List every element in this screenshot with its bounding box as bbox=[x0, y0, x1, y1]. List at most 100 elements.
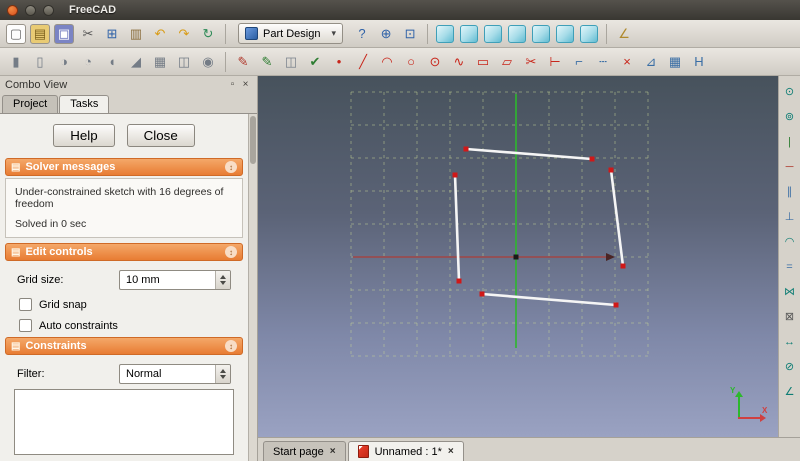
constrain-lock-icon[interactable]: ⊠ bbox=[782, 309, 798, 325]
grid-snap-row[interactable]: Grid snap bbox=[19, 298, 229, 311]
constraints-list[interactable] bbox=[14, 389, 234, 455]
help-button[interactable]: Help bbox=[53, 124, 115, 147]
constrain-point-on-object-icon[interactable]: ⊚ bbox=[782, 109, 798, 125]
panel-scrollbar[interactable] bbox=[248, 114, 257, 461]
external-geometry-icon[interactable]: ⌐ bbox=[569, 52, 589, 72]
linear-pattern-icon[interactable]: ▦ bbox=[150, 52, 170, 72]
sketch-vertex[interactable] bbox=[463, 146, 469, 152]
create-rectangle-icon[interactable]: ▭ bbox=[473, 52, 493, 72]
dimension-icon[interactable]: H bbox=[689, 52, 709, 72]
extend-edge-icon[interactable]: ⊢ bbox=[545, 52, 565, 72]
undo-icon[interactable]: ↶ bbox=[150, 24, 170, 44]
sketch-vertex[interactable] bbox=[589, 156, 595, 162]
sketch-canvas[interactable] bbox=[258, 76, 778, 437]
zoom-box-icon[interactable]: ⊡ bbox=[400, 24, 420, 44]
close-icon[interactable]: × bbox=[448, 446, 454, 457]
grid-size-select[interactable]: 10 mm bbox=[119, 270, 231, 290]
sketch-grid-icon[interactable]: ▦ bbox=[665, 52, 685, 72]
collapse-icon[interactable]: ↕ bbox=[225, 246, 237, 258]
window-maximize-button[interactable] bbox=[43, 4, 54, 16]
scrollbar-thumb[interactable] bbox=[250, 116, 256, 164]
measure-distance-icon[interactable]: ∠ bbox=[614, 24, 634, 44]
delete-sketch-geometry-icon[interactable]: × bbox=[617, 52, 637, 72]
tab-tasks[interactable]: Tasks bbox=[59, 95, 110, 113]
spinner-icon[interactable] bbox=[215, 365, 230, 383]
trim-edge-icon[interactable]: ✂ bbox=[521, 52, 541, 72]
constraints-header[interactable]: ▤ Constraints ↕ bbox=[5, 337, 243, 355]
create-circle-icon[interactable]: ○ bbox=[401, 52, 421, 72]
grid-snap-checkbox[interactable] bbox=[19, 298, 32, 311]
tab-unnamed-document[interactable]: Unnamed : 1* × bbox=[347, 441, 464, 461]
create-conic-icon[interactable]: ⊙ bbox=[425, 52, 445, 72]
view-left-icon[interactable] bbox=[580, 24, 599, 43]
whatsthis-icon[interactable]: ? bbox=[352, 24, 372, 44]
sketch-vertex[interactable] bbox=[608, 167, 614, 173]
tab-project[interactable]: Project bbox=[2, 95, 59, 113]
edit-controls-header[interactable]: ▤ Edit controls ↕ bbox=[5, 243, 243, 261]
create-polyline-icon[interactable]: ∿ bbox=[449, 52, 469, 72]
view-right-icon[interactable] bbox=[508, 24, 527, 43]
view-bottom-icon[interactable] bbox=[556, 24, 575, 43]
sketch-vertex[interactable] bbox=[456, 278, 462, 284]
fillet-icon[interactable]: ◖ bbox=[102, 52, 122, 72]
sketch-vertex[interactable] bbox=[452, 172, 458, 178]
paste-icon[interactable]: ▥ bbox=[126, 24, 146, 44]
tab-start-page[interactable]: Start page × bbox=[263, 441, 346, 461]
float-panel-icon[interactable]: ▫ bbox=[226, 79, 239, 90]
auto-constraints-row[interactable]: Auto constraints bbox=[19, 319, 229, 332]
create-slot-icon[interactable]: ▱ bbox=[497, 52, 517, 72]
sketch-vertex[interactable] bbox=[479, 291, 485, 297]
collapse-icon[interactable]: ↕ bbox=[225, 340, 237, 352]
zoom-fit-icon[interactable]: ⊕ bbox=[376, 24, 396, 44]
constrain-radius-icon[interactable]: ⊘ bbox=[782, 359, 798, 375]
view-front-icon[interactable] bbox=[460, 24, 479, 43]
mirrored-icon[interactable]: ◫ bbox=[174, 52, 194, 72]
edit-sketch-icon[interactable]: ✎ bbox=[257, 52, 277, 72]
spinner-icon[interactable] bbox=[215, 271, 230, 289]
close-button[interactable]: Close bbox=[126, 124, 195, 147]
constrain-coincident-icon[interactable]: ⊙ bbox=[782, 84, 798, 100]
window-close-button[interactable] bbox=[7, 4, 18, 16]
constrain-distance-icon[interactable]: ↔ bbox=[782, 334, 798, 350]
collapse-icon[interactable]: ↕ bbox=[225, 161, 237, 173]
map-sketch-icon[interactable]: ◫ bbox=[281, 52, 301, 72]
sketch-vertex[interactable] bbox=[620, 263, 626, 269]
polar-pattern-icon[interactable]: ◉ bbox=[198, 52, 218, 72]
save-icon[interactable]: ▣ bbox=[54, 23, 74, 44]
create-line-icon[interactable]: ╱ bbox=[353, 52, 373, 72]
validate-sketch-icon[interactable]: ✔ bbox=[305, 52, 325, 72]
close-icon[interactable]: × bbox=[330, 446, 336, 457]
3d-viewport[interactable]: Y X bbox=[258, 76, 778, 437]
construction-mode-icon[interactable]: ┄ bbox=[593, 52, 613, 72]
sketch-vertex[interactable] bbox=[613, 302, 619, 308]
view-rear-icon[interactable] bbox=[532, 24, 551, 43]
open-folder-icon[interactable]: ▤ bbox=[30, 23, 50, 44]
constrain-equal-icon[interactable]: = bbox=[782, 259, 798, 275]
window-minimize-button[interactable] bbox=[25, 4, 36, 16]
new-sketch-icon[interactable]: ✎ bbox=[233, 52, 253, 72]
filter-select[interactable]: Normal bbox=[119, 364, 231, 384]
workbench-selector[interactable]: Part Design ▾ bbox=[238, 23, 344, 44]
constrain-symmetric-icon[interactable]: ⋈ bbox=[782, 284, 798, 300]
auto-constraints-checkbox[interactable] bbox=[19, 319, 32, 332]
chamfer-icon[interactable]: ◢ bbox=[126, 52, 146, 72]
revolution-icon[interactable]: ◑ bbox=[54, 52, 74, 72]
constrain-horizontal-icon[interactable]: ─ bbox=[782, 159, 798, 175]
copy-icon[interactable]: ⊞ bbox=[102, 24, 122, 44]
redo-icon[interactable]: ↷ bbox=[174, 24, 194, 44]
pad-icon[interactable]: ▮ bbox=[6, 52, 26, 72]
new-document-icon[interactable]: ▢ bbox=[6, 23, 26, 44]
refresh-icon[interactable]: ↻ bbox=[198, 24, 218, 44]
sketch-edge[interactable] bbox=[609, 168, 625, 268]
cut-icon[interactable]: ✂ bbox=[78, 24, 98, 44]
sketch-origin-point[interactable] bbox=[513, 254, 519, 260]
constrain-vertical-icon[interactable]: | bbox=[782, 134, 798, 150]
constrain-angle-icon[interactable]: ∠ bbox=[782, 384, 798, 400]
constrain-parallel-icon[interactable]: ∥ bbox=[782, 184, 798, 200]
create-point-icon[interactable]: • bbox=[329, 52, 349, 72]
constrain-tangent-icon[interactable]: ◠ bbox=[782, 234, 798, 250]
constrain-perpendicular-icon[interactable]: ⊥ bbox=[782, 209, 798, 225]
select-elements-icon[interactable]: ⊿ bbox=[641, 52, 661, 72]
close-panel-icon[interactable]: × bbox=[239, 79, 252, 90]
solver-messages-header[interactable]: ▤ Solver messages ↕ bbox=[5, 158, 243, 176]
